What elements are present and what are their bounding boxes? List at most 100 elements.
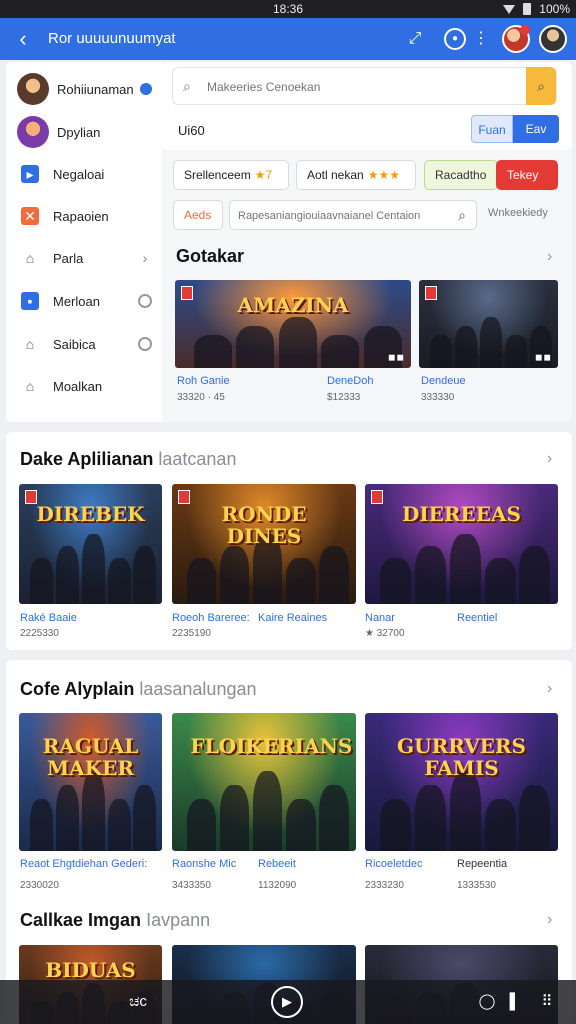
sidebar-item-moalkan[interactable]: ⌂ Moalkan <box>6 367 162 405</box>
filter-chip-4[interactable]: Tekey <box>496 160 558 190</box>
chevron-right-icon: › <box>142 250 148 266</box>
game-title-art: DIEREEAS <box>401 502 521 527</box>
filter-field[interactable]: ⌕ <box>229 200 477 230</box>
filter-link[interactable]: Wnkeekiedy <box>488 207 548 219</box>
toggle-icon[interactable] <box>138 337 152 351</box>
profile-avatar[interactable] <box>539 25 567 53</box>
sidebar-item-parla[interactable]: ⌂ Parla › <box>6 239 162 277</box>
chevron-right-icon[interactable]: › <box>547 248 552 266</box>
character-figure <box>236 325 275 368</box>
game-name[interactable]: Roeoh Bareree: <box>172 612 250 624</box>
game-name[interactable]: Dendeue <box>421 375 466 387</box>
tool-icon: ✕ <box>21 207 39 225</box>
character-figure <box>30 558 54 604</box>
play-button[interactable]: ▶ <box>271 986 303 1018</box>
play-icon: ▶ <box>282 994 292 1009</box>
game-name[interactable]: Repeentia <box>457 858 507 870</box>
section-title: Dake Aplilianan laatcanan <box>20 449 236 470</box>
game-thumbnail-2[interactable]: ◼◼ <box>419 280 558 368</box>
character-figure <box>321 334 360 368</box>
game-name[interactable]: Ricoeletdec <box>365 858 422 870</box>
game-thumbnail-1[interactable]: RAGUAL MAKER <box>19 713 162 851</box>
game-name[interactable]: Reaot Ehgtdiehan Gederi: <box>20 858 147 870</box>
sidebar-item-saibica[interactable]: ⌂ Saibica <box>6 325 162 363</box>
sidebar-item-label: Rohiiunaman <box>57 81 134 97</box>
character-figure <box>286 558 316 604</box>
game-name[interactable]: Reentiel <box>457 612 497 624</box>
chevron-right-icon[interactable]: › <box>547 680 552 698</box>
game-name[interactable]: Roh Ganie <box>177 375 230 387</box>
character-figure <box>505 334 528 368</box>
chevron-right-icon[interactable]: › <box>547 911 552 929</box>
search-button[interactable]: ⌕ <box>526 67 556 105</box>
filter-chip-3[interactable]: Racadtho <box>424 160 498 190</box>
section-title-text: Cofe Alyplain <box>20 679 135 699</box>
game-meta: 3433350 <box>172 880 211 891</box>
filter-chip-5[interactable]: Aeds <box>173 200 223 230</box>
timer-icon[interactable]: ● <box>444 28 466 50</box>
grid-icon[interactable]: ⠿ <box>536 990 558 1014</box>
search-icon[interactable]: ⌕ <box>458 207 466 224</box>
back-button[interactable]: ‹ <box>12 26 34 52</box>
status-time: 18:36 <box>272 2 304 16</box>
character-figure <box>286 798 316 851</box>
game-name[interactable]: Rebeeit <box>258 858 296 870</box>
game-thumbnail-3[interactable]: DIEREEAS <box>365 484 558 604</box>
circle-icon[interactable]: ◯ <box>476 990 498 1014</box>
game-title-art: FLOIKERIANS <box>190 734 353 759</box>
section-card: Dake Aplilianan laatcanan › DIREBEK ROND… <box>6 432 572 650</box>
game-thumbnail-2[interactable]: RONDE DINES <box>172 484 356 604</box>
character-figure <box>107 558 131 604</box>
game-name[interactable]: Kaire Reaines <box>258 612 327 624</box>
sidebar-item-label: Dpylian <box>57 124 101 140</box>
notification-avatar[interactable] <box>502 25 530 53</box>
chevron-right-icon[interactable]: › <box>547 450 552 468</box>
toggle-option-b[interactable]: Eav <box>513 115 559 143</box>
toggle-option-a[interactable]: Fuan <box>471 115 513 143</box>
filter-chip-2[interactable]: Aotl nekan ★★★ <box>296 160 416 190</box>
radio-icon[interactable] <box>138 294 152 308</box>
character-figure <box>380 798 412 851</box>
home-icon: ⌂ <box>25 250 35 266</box>
section-card: Cofe Alyplain laasanalungan › RAGUAL MAK… <box>6 660 572 1024</box>
character-figure <box>519 784 551 851</box>
game-thumbnail-1[interactable]: DIREBEK <box>19 484 162 604</box>
character-figure <box>186 798 217 851</box>
divider-icon: ▌ <box>509 993 521 1010</box>
character-figure <box>193 334 232 368</box>
filter-chip-1[interactable]: Srellenceem ★7 <box>173 160 289 190</box>
game-thumbnail-3[interactable]: GURRVERS FAMIS <box>365 713 558 851</box>
game-meta: 33320 · 45 <box>177 392 225 403</box>
game-name[interactable]: Nanar <box>365 612 395 624</box>
more-vert-icon[interactable]: ⋮ <box>470 28 492 50</box>
character-figure <box>415 784 447 851</box>
rating-badge <box>181 286 193 300</box>
game-name[interactable]: Raké Baaie <box>20 612 77 624</box>
game-name[interactable]: Raonshe Mic <box>172 858 236 870</box>
game-title-art: BIDUAS <box>45 958 136 983</box>
sidebar-item-account[interactable]: Dpylian <box>6 113 162 151</box>
filter-input[interactable] <box>238 207 443 225</box>
character-figure <box>449 534 481 604</box>
character-figure <box>107 798 131 851</box>
sidebar-item-rapaoien[interactable]: ✕ Rapaoien <box>6 197 162 235</box>
game-name[interactable]: DeneDoh <box>327 375 373 387</box>
flag-icon: ▸ <box>21 165 39 183</box>
sidebar-item-negaloai[interactable]: ▸ Negaloai <box>6 155 162 193</box>
character-figure <box>133 546 157 604</box>
status-bar: 18:36 100% <box>0 0 576 18</box>
sidebar-item-profile[interactable]: Rohiiunaman <box>6 70 162 108</box>
game-thumbnail-2[interactable]: FLOIKERIANS <box>172 713 356 851</box>
character-figure <box>81 770 105 851</box>
sidebar-item-label: Moalkan <box>53 378 103 394</box>
section-subtitle: laatcanan <box>158 449 237 469</box>
game-thumbnail-1[interactable]: AMAZINA ◼◼ <box>175 280 411 368</box>
game-meta: 2225330 <box>20 628 59 639</box>
character-figure <box>455 325 478 368</box>
bottom-bar-left[interactable]: ಚc <box>118 990 158 1014</box>
search-field[interactable]: ⌕ ⌕ <box>172 67 557 105</box>
search-input[interactable] <box>207 77 517 97</box>
link-icon[interactable]: ⤢ <box>404 28 426 50</box>
sidebar-item-merloan[interactable]: ▪ Merloan <box>6 282 162 320</box>
game-meta: 2235190 <box>172 628 211 639</box>
